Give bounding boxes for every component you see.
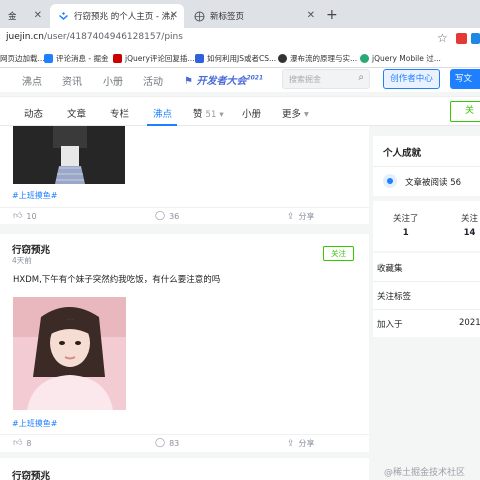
close-icon[interactable]: ✕ [307,10,315,21]
bookmark-item[interactable]: 瀑布流的原理与实... [278,53,357,64]
thumbs-up-icon: 👍︎ [13,211,23,221]
tab-booklets[interactable]: 小册 [242,106,261,120]
follow-stats-panel: 关注了 1 关注 14 [373,201,480,251]
jquery-icon [360,54,369,63]
baidu-paw-icon [195,54,204,63]
joined-label: 加入于 [377,320,403,330]
tab-more[interactable]: 更多 ▾ [282,106,309,120]
pin-card: #上班摸鱼# 👍︎ 10 ◯ 36 ⇪ 分享 [0,126,369,224]
url-host: juejin.cn [6,32,44,42]
close-icon[interactable]: ✕ [170,10,178,21]
pin-card: 行窃预兆 4天前 关注 HXDM,下午有个妹子突然约我吃饭，有什么要注意的吗 #… [0,234,369,452]
collections-link[interactable]: 收藏集 [377,262,403,274]
post-image[interactable] [13,126,125,184]
bookmark-item[interactable]: 网页边加载... [0,53,45,64]
comment-icon: ◯ [155,438,166,448]
browser-tab[interactable]: 金 ✕ [0,4,48,28]
comment-icon: ◯ [155,211,166,221]
rocket-icon: ⚑ [184,76,193,87]
main-nav: 沸点 资讯 小册 活动 ⚑ 开发者大会2021 搜索掘金 ⌕ 创作者中心 写文 [0,68,480,92]
browser-tab-bar: 金 ✕ 行窃预兆 的个人主页 - 沸点 - 掘 ✕ 新标签页 ✕ + [0,0,480,28]
chevron-down-icon: ▾ [304,109,309,120]
like-button[interactable]: 👍︎ 10 [13,211,37,221]
extension-icon[interactable] [471,33,480,44]
following-stat[interactable]: 关注了 1 [393,212,419,238]
tab-columns[interactable]: 专栏 [110,106,129,120]
extension-icon[interactable] [456,33,467,44]
divider [373,309,480,310]
url-text[interactable]: juejin.cn/user/4187404946128157/pins [6,32,183,42]
bookmark-item[interactable]: 评论消息 - 掘金 [44,53,108,64]
nav-item[interactable]: 活动 [143,73,163,88]
nav-item[interactable]: 资讯 [62,73,82,88]
chevron-down-icon: ▾ [219,110,224,120]
csdn-icon [113,54,122,63]
bookmark-star-icon[interactable]: ☆ [437,31,448,45]
juejin-icon [44,54,53,63]
follow-button[interactable]: 关注 [323,246,354,261]
pin-actions: 👍︎ 8 ◯ 83 ⇪ 分享 [0,434,369,451]
tab-likes[interactable]: 赞 51 ▾ [193,106,224,120]
share-icon: ⇪ [287,211,295,222]
achievements-panel: 个人成就 文章被阅读 56 [373,136,480,196]
search-icon[interactable]: ⌕ [358,72,364,83]
tab-pins[interactable]: 沸点 [153,106,172,120]
conference-link[interactable]: ⚑ 开发者大会2021 [184,72,263,87]
globe-icon [194,11,205,22]
new-tab-button[interactable]: + [326,7,338,23]
read-count: 文章被阅读 56 [405,178,462,188]
topic-tag[interactable]: #上班摸鱼# [12,418,57,429]
followers-stat[interactable]: 关注 14 [461,212,478,238]
bookmark-item[interactable]: 如何利用JS或者CS... [195,53,276,64]
share-button[interactable]: ⇪ 分享 [287,438,315,449]
bookmarks-bar: 网页边加载... 评论消息 - 掘金 jQuery评论回复插... 如何利用JS… [0,50,480,68]
author-name[interactable]: 行窃预兆 [12,242,50,256]
like-button[interactable]: 👍︎ 8 [13,438,32,448]
tab-articles[interactable]: 文章 [67,106,86,120]
profile-subnav: 动态 文章 专栏 沸点 赞 51 ▾ 小册 更多 ▾ 关 [0,96,480,126]
close-icon[interactable]: ✕ [34,10,42,21]
comment-button[interactable]: ◯ 36 [155,211,179,221]
watermark: @稀土掘金技术社区 [384,468,466,478]
nav-item[interactable]: 沸点 [22,73,42,88]
comment-button[interactable]: ◯ 83 [155,438,179,448]
search-input[interactable]: 搜索掘金 ⌕ [282,69,370,89]
browser-tab[interactable]: 新标签页 ✕ [186,4,321,28]
divider [373,166,480,167]
followed-tags-link[interactable]: 关注标签 [377,290,411,302]
share-icon: ⇪ [287,438,295,449]
address-bar[interactable]: juejin.cn/user/4187404946128157/pins ☆ [0,28,480,50]
pin-actions: 👍︎ 10 ◯ 36 ⇪ 分享 [0,207,369,224]
author-name[interactable]: 行窃预兆 [12,468,50,480]
bookmark-item[interactable]: jQuery评论回复插... [113,53,195,64]
topic-tag[interactable]: #上班摸鱼# [12,190,57,201]
post-image[interactable] [13,297,126,410]
url-path: /user/4187404946128157/pins [43,32,183,42]
divider [373,281,480,282]
browser-tab-active[interactable]: 行窃预兆 的个人主页 - 沸点 - 掘 ✕ [50,4,184,28]
pin-card: 行窃预兆 [0,458,369,480]
follow-user-button[interactable]: 关 [450,101,480,122]
pin-content: HXDM,下午有个妹子突然约我吃饭，有什么要注意的吗 [13,275,221,285]
panel-title: 个人成就 [383,148,422,159]
joined-date: 2021 [459,318,480,328]
creator-center-button[interactable]: 创作者中心 [383,69,440,89]
post-time: 4天前 [12,256,32,265]
tab-title: 金 [8,12,17,22]
nav-item[interactable]: 小册 [103,73,123,88]
eye-icon [383,174,397,188]
write-article-button[interactable]: 写文 [450,69,480,89]
share-button[interactable]: ⇪ 分享 [287,211,315,222]
thumbs-up-icon: 👍︎ [13,438,23,448]
tab-title: 新标签页 [210,12,245,22]
tab-title: 行窃预兆 的个人主页 - 沸点 - 掘 [74,12,174,22]
zhihu-icon [278,54,287,63]
bookmark-item[interactable]: jQuery Mobile 过... [360,53,441,64]
tab-activity[interactable]: 动态 [24,106,43,120]
profile-links-panel: 收藏集 关注标签 加入于 2021 [373,253,480,337]
juejin-favicon-icon [58,11,69,22]
